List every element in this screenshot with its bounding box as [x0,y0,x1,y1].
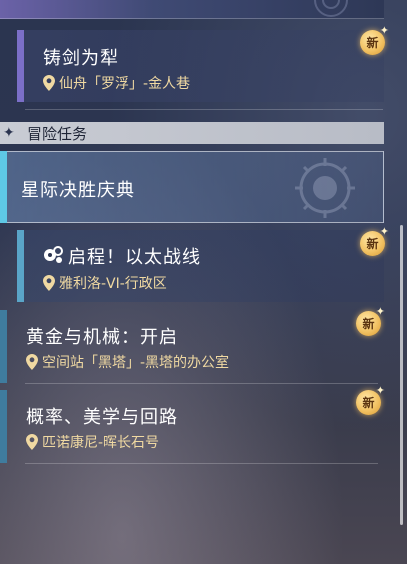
location-pin-icon [43,75,55,91]
quest-location-text: 匹诺康尼-晖长石号 [42,435,160,451]
new-badge-icon: 新 ✦ [354,305,385,338]
sparkle-icon: ✦ [379,225,389,238]
category-accent-bar [0,151,7,223]
sparkle-icon: ✦ [375,305,385,318]
new-badge-icon: 新 ✦ [358,24,389,57]
quest-accent-bar [17,230,24,302]
divider [25,109,383,110]
divider [25,463,378,464]
sparkle-icon: ✦ [375,384,385,397]
quest-location-text: 空间站「黑塔」-黑塔的办公室 [42,355,230,371]
location-pin-icon [26,434,38,450]
quest-title: 启程！以太战线 [68,247,201,268]
quest-location-text: 仙舟「罗浮」-金人巷 [59,76,191,92]
diamond-icon: ✦ [3,125,15,141]
quest-card-probability[interactable]: 概率、美学与回路 匹诺康尼-晖长石号 [0,390,384,463]
quest-location: 仙舟「罗浮」-金人巷 [43,73,190,93]
quest-card-gold-and-gears[interactable]: 黄金与机械：开启 空间站「黑塔」-黑塔的办公室 [0,310,384,383]
divider [25,383,378,384]
emblem-decoration [314,0,348,17]
quest-title: 黄金与机械：开启 [26,327,178,348]
new-badge-icon: 新 ✦ [354,384,385,417]
previous-entry-strip [0,0,384,19]
quest-location: 雅利洛-VI-行政区 [43,273,167,293]
location-pin-icon [26,354,38,370]
quest-accent-bar [17,30,24,102]
quest-accent-bar [0,390,7,463]
emblem-decoration [295,158,355,218]
quest-title: 铸剑为犁 [43,48,119,69]
new-badge-icon: 新 ✦ [358,225,389,258]
quest-accent-bar [0,310,7,383]
sparkle-icon: ✦ [379,24,389,37]
quest-card-zhujianweili[interactable]: 铸剑为犁 仙舟「罗浮」-金人巷 [17,30,384,102]
quest-location: 空间站「黑塔」-黑塔的办公室 [26,352,229,372]
category-header-interstellar[interactable]: 星际决胜庆典 [0,151,384,223]
scrollbar[interactable] [400,225,403,525]
quest-card-aether-frontline[interactable]: 启程！以太战线 雅利洛-VI-行政区 [17,230,384,302]
quest-location: 匹诺康尼-晖长石号 [26,432,159,452]
section-label: 冒险任务 [27,125,88,143]
aether-controller-icon [44,246,63,263]
location-pin-icon [43,275,55,291]
section-header-adventure: ✦ 冒险任务 [0,122,384,144]
quest-title: 概率、美学与回路 [26,407,178,428]
quest-location-text: 雅利洛-VI-行政区 [59,276,167,292]
category-title: 星际决胜庆典 [21,180,135,201]
